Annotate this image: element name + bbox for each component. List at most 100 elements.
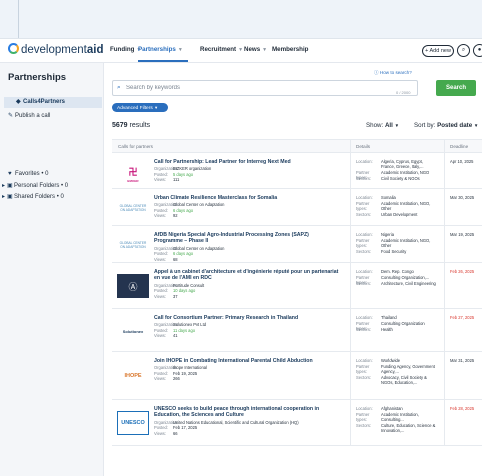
advanced-filters-button[interactable]: Advanced Filters ▼ <box>112 103 168 112</box>
nav-news[interactable]: News ▼ <box>244 46 267 53</box>
table-row[interactable]: GLOBAL CENTER ON ADAPTATION AfDB Nigeria … <box>112 226 482 263</box>
sectors-value: Advocacy, Civil Society & NGOs, Educatio… <box>381 375 427 385</box>
call-title-link[interactable]: Call for Consortium Partner: Primary Res… <box>154 315 339 321</box>
search-button[interactable]: Search <box>436 80 476 96</box>
detail-location: Location: Somalia <box>356 195 436 200</box>
organization-value[interactable]: Fortitude Consult <box>173 283 204 288</box>
call-title-link[interactable]: Urban Climate Resilience Masterclass for… <box>154 195 339 201</box>
sidebar-shared-folders[interactable]: ▸ ▣Shared Folders • 0 <box>2 193 64 200</box>
sidebar-item-calls4partners[interactable]: ◆ Calls4Partners <box>4 97 102 108</box>
user-icon[interactable]: ● <box>473 44 482 57</box>
detail-location: Location: Algeria, Cyprus, Egypt, France,… <box>356 159 436 169</box>
views-value: 66 <box>173 430 178 436</box>
logo-text: IHOPE <box>124 373 142 379</box>
results-number: 5679 <box>112 122 128 129</box>
detail-partner-types: Partner types: Academic Institution, NGO,… <box>356 201 436 211</box>
organization-value[interactable]: BIZKER organization <box>173 166 211 171</box>
nav-membership-label: Membership <box>272 46 309 53</box>
detail-key: Location: <box>356 406 373 411</box>
organization-value[interactable]: United Nations Educational, Scientific a… <box>173 420 299 425</box>
location-value: Worldwide <box>381 358 401 363</box>
nav-funding[interactable]: Funding ▼ <box>110 46 141 53</box>
column-divider <box>444 153 445 189</box>
add-new-button[interactable]: + Add new <box>422 45 454 57</box>
logo-text: GLOBAL CENTER ON ADAPTATION <box>119 204 147 212</box>
organization-logo: GLOBAL CENTER ON ADAPTATION <box>117 233 149 257</box>
organization-logo: IHOPE <box>117 364 149 388</box>
logo-icon: Ⓐ <box>128 281 138 292</box>
table-row[interactable]: 卍 BIZKER Call for Partnership: Lead Partne… <box>112 153 482 189</box>
detail-sectors: Sectors: Civil Society & NGOs <box>356 176 436 181</box>
call-title-link[interactable]: Join IHOPE in Combating International Pa… <box>154 358 339 364</box>
table-row[interactable]: Ⓐ Appel à un cabinet d'architecture et d'… <box>112 263 482 309</box>
edit-icon: ✎ <box>8 113 14 119</box>
chevron-down-icon: ▼ <box>177 47 183 53</box>
nav-membership[interactable]: Membership <box>272 46 308 53</box>
call-details: Location: Worldwide Partner types: Funding … <box>356 358 436 386</box>
sidebar-favorites[interactable]: ♥ Favorites • 0 <box>8 171 48 177</box>
detail-partner-types: Partner types: Academic Institution, NGO,… <box>356 238 436 248</box>
call-meta: Organization:Fortitude Consult Posted: 10 … <box>154 283 339 300</box>
meta-views: Views: 68 <box>154 257 339 263</box>
developmentaid-logo[interactable]: developmentaid <box>8 43 103 56</box>
chevron-down-icon: ▼ <box>238 47 244 53</box>
results-count: 5679 results <box>112 122 150 129</box>
detail-key: Location: <box>356 232 373 237</box>
meta-views: Views: 92 <box>154 213 339 219</box>
folder-icon: ▣ <box>7 183 13 189</box>
table-row[interactable]: IHOPE Join IHOPE in Combating Internation… <box>112 352 482 400</box>
call-meta: Organization:Global Center on Adaptation… <box>154 246 339 263</box>
detail-key: Location: <box>356 315 373 320</box>
partner-types-value: Academic Institution, Consulting... <box>381 412 419 422</box>
nav-recruitment[interactable]: Recruitment ▼ <box>200 46 243 53</box>
how-to-search-label: How to search? <box>379 70 412 75</box>
column-divider <box>350 352 351 400</box>
table-header: Calls for partners Details Deadline <box>112 139 482 154</box>
chevron-down-icon: ▼ <box>262 47 268 53</box>
call-title-link[interactable]: AfDB Nigeria Special Agro-Industrial Pro… <box>154 232 339 245</box>
heart-icon: ♥ <box>8 171 12 177</box>
detail-sectors: Sectors: Food Security <box>356 249 436 254</box>
table-row[interactable]: Solutionex Call for Consortium Partner: P… <box>112 309 482 352</box>
sidebar-personal-folders[interactable]: ▸ ▣Personal Folders • 0 <box>2 182 68 189</box>
logo-icon: 卍 <box>128 166 138 177</box>
logo-text-bold: aid <box>86 44 104 56</box>
detail-sectors: Sectors: Advocacy, Civil Society & NGOs, … <box>356 375 436 385</box>
header-calls: Calls for partners <box>118 144 153 149</box>
deadline-date: Apr 10, 2025 <box>450 159 474 164</box>
show-filter[interactable]: Show: All ▼ <box>366 122 399 129</box>
sort-filter[interactable]: Sort by: Posted date ▼ <box>414 122 478 129</box>
logo-text: BIZKER <box>127 179 139 183</box>
search-icon[interactable]: ⌕ <box>457 44 470 57</box>
organization-value[interactable]: Solutionex Pvt Ltd <box>173 322 206 327</box>
sidebar-title: Partnerships <box>8 72 67 83</box>
detail-key: Partner types: <box>356 364 370 374</box>
detail-key: Sectors: <box>356 375 372 380</box>
call-title-link[interactable]: UNESCO seeks to build peace through inte… <box>154 406 339 419</box>
table-row[interactable]: GLOBAL CENTER ON ADAPTATION Urban Climate… <box>112 189 482 226</box>
posted-value: Feb 19, 2025 <box>173 370 198 376</box>
table-row[interactable]: UNESCO UNESCO seeks to build peace throug… <box>112 400 482 446</box>
organization-value[interactable]: Global Center on Adaptation <box>173 246 224 251</box>
posted-value: Feb 17, 2025 <box>173 425 198 431</box>
posted-value: 6 days ago <box>173 207 194 213</box>
logo-text: UNESCO <box>121 420 145 426</box>
favorites-label: Favorites • 0 <box>15 171 49 177</box>
nav-recruitment-label: Recruitment <box>200 46 237 53</box>
search-input[interactable] <box>126 83 376 93</box>
char-count: 0 / 2000 <box>396 90 411 95</box>
logo-text: GLOBAL CENTER ON ADAPTATION <box>119 241 147 249</box>
organization-value[interactable]: Global Center on Adaptation <box>173 202 224 207</box>
partner-types-value: Funding Agency, Government Agency,... <box>381 364 435 374</box>
organization-logo: Solutionex <box>117 319 149 343</box>
views-value: 41 <box>173 333 178 339</box>
meta-views: Views: 41 <box>154 333 339 339</box>
detail-key: Sectors: <box>356 423 372 428</box>
call-details: Location: Algeria, Cyprus, Egypt, France,… <box>356 159 436 182</box>
call-title-link[interactable]: Call for Partnership: Lead Partner for I… <box>154 159 339 165</box>
sidebar-item-publish[interactable]: ✎ Publish a call <box>8 112 50 119</box>
call-title-link[interactable]: Appel à un cabinet d'architecture et d'i… <box>154 269 339 282</box>
nav-partnerships[interactable]: Partnerships ▼ <box>138 46 183 53</box>
how-to-search-link[interactable]: ⓘ How to search? <box>374 70 412 76</box>
organization-value[interactable]: Ihope International <box>173 365 207 370</box>
